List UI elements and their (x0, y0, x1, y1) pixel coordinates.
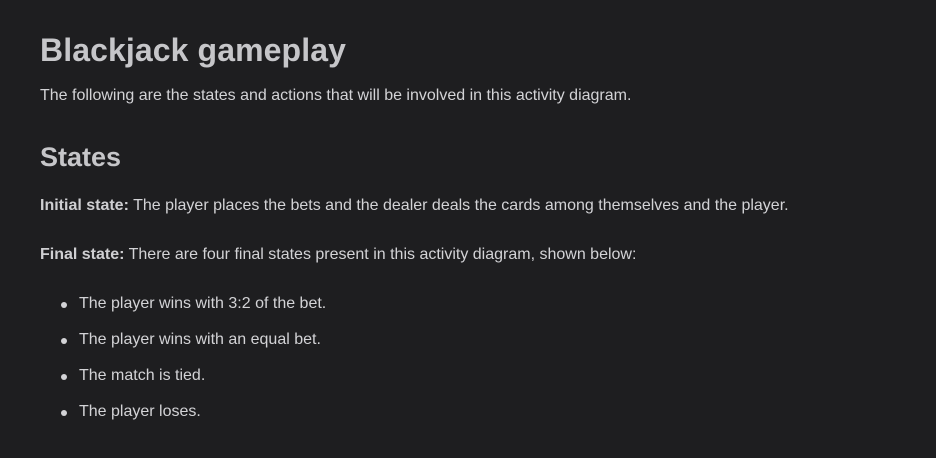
list-item-text: The player loses. (79, 403, 201, 420)
list-item: The player wins with an equal bet. (39, 330, 936, 350)
list-item: The match is tied. (39, 366, 936, 386)
bullet-icon (61, 374, 67, 380)
bullet-icon (61, 338, 67, 344)
list-item: The player wins with 3:2 of the bet. (39, 294, 936, 314)
list-item-text: The match is tied. (79, 367, 206, 384)
list-item-text: The player wins with an equal bet. (79, 331, 321, 348)
final-state-label: Final state: (40, 246, 125, 263)
initial-state-text: The player places the bets and the deale… (128, 197, 789, 214)
page-title: Blackjack gameplay (40, 32, 346, 68)
bullet-icon (61, 410, 67, 416)
final-state-paragraph: Final state: There are four final states… (40, 245, 936, 265)
initial-state-paragraph: Initial state: The player places the bet… (40, 196, 936, 216)
list-item-text: The player wins with 3:2 of the bet. (79, 295, 327, 312)
bullet-icon (61, 302, 67, 308)
section-heading-states: States (40, 142, 122, 172)
initial-state-label: Initial state: (40, 197, 129, 214)
intro-paragraph: The following are the states and actions… (40, 87, 632, 104)
list-item: The player loses. (39, 402, 936, 422)
final-state-text: There are four final states present in t… (124, 246, 637, 263)
article-content: Blackjack gameplay The following are the… (0, 0, 936, 422)
final-states-list: The player wins with 3:2 of the bet. The… (40, 294, 936, 422)
